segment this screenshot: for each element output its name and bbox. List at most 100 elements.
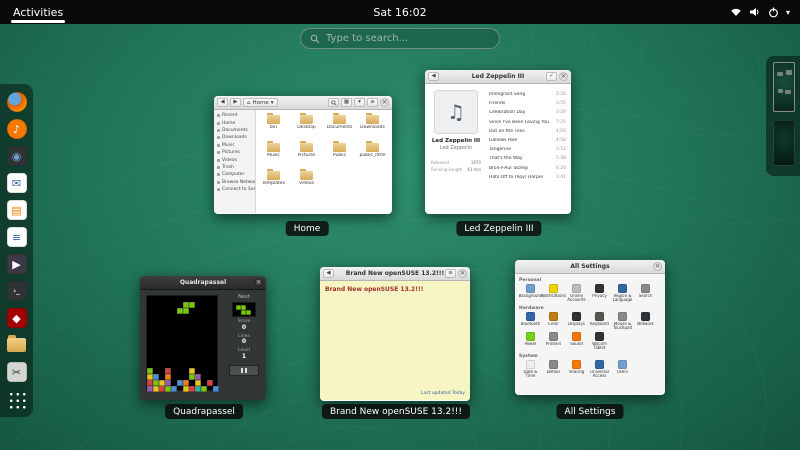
settings-item-search[interactable]: Search xyxy=(634,284,657,303)
dock-item-writer[interactable]: ≡ xyxy=(5,226,29,248)
back-button[interactable]: ◀ xyxy=(428,72,439,81)
window-quadrapassel[interactable]: Quadrapassel × Next Score0Lines0Level1 xyxy=(140,276,266,400)
track-row[interactable]: That's the Way5:38 xyxy=(489,154,566,163)
view-options-button[interactable]: ▾ xyxy=(354,98,365,107)
sidebar-item-computer[interactable]: Computer xyxy=(214,171,255,178)
sidebar-item-trash[interactable]: Trash xyxy=(214,164,255,171)
settings-item-sharing[interactable]: Sharing xyxy=(565,360,588,379)
settings-item-online-accounts[interactable]: Online Accounts xyxy=(565,284,588,303)
settings-item-keyboard[interactable]: Keyboard xyxy=(588,312,611,331)
select-button[interactable]: ✓ xyxy=(546,72,557,81)
dock-item-impress[interactable]: ▤ xyxy=(5,199,29,221)
search-button[interactable] xyxy=(328,98,339,107)
file-public-html[interactable]: public_html xyxy=(356,141,389,169)
track-row[interactable]: Bron-Y-Aur Stomp4:20 xyxy=(489,164,566,173)
sidebar-item-home[interactable]: Home xyxy=(214,119,255,126)
clock[interactable]: Sat 16:02 xyxy=(373,6,426,19)
close-button[interactable]: × xyxy=(653,262,662,271)
menu-button[interactable]: ≡ xyxy=(445,269,456,278)
album-meta-row: Released1970 xyxy=(429,160,483,165)
track-row[interactable]: Gallows Pole4:58 xyxy=(489,136,566,145)
system-status-area[interactable]: ▾ xyxy=(730,0,790,24)
settings-item-privacy[interactable]: Privacy xyxy=(588,284,611,303)
dock-item-terminal[interactable]: ›_ xyxy=(5,280,29,302)
track-row[interactable]: Immigrant Song2:26 xyxy=(489,90,566,99)
track-row[interactable]: Celebration Day3:29 xyxy=(489,108,566,117)
sidebar-item-downloads[interactable]: Downloads xyxy=(214,134,255,141)
activities-button[interactable]: Activities xyxy=(10,1,66,24)
track-row[interactable]: Since I've Been Loving You7:25 xyxy=(489,118,566,127)
settings-item-label: Sound xyxy=(570,342,583,351)
settings-item-region-language[interactable]: Region & Language xyxy=(611,284,634,303)
file-templates[interactable]: Templates xyxy=(257,169,290,197)
file-downloads[interactable]: Downloads xyxy=(356,113,389,141)
settings-item-background[interactable]: Background xyxy=(519,284,542,303)
path-button[interactable]: ⌂ Home ▾ xyxy=(243,98,278,107)
dock-item-files[interactable] xyxy=(5,334,29,356)
close-button[interactable]: × xyxy=(458,269,467,278)
menu-button[interactable]: ≡ xyxy=(367,98,378,107)
file-public[interactable]: Public xyxy=(323,141,356,169)
sidebar-item-pictures[interactable]: Pictures xyxy=(214,149,255,156)
window-home[interactable]: ◀ ▶ ⌂ Home ▾ ▦ ▾ ≡ × RecentHomeDocuments… xyxy=(214,96,392,214)
settings-item-printers[interactable]: Printers xyxy=(542,332,565,351)
track-row[interactable]: Tangerine3:12 xyxy=(489,145,566,154)
file-bin[interactable]: bin xyxy=(257,113,290,141)
close-button[interactable]: × xyxy=(559,72,568,81)
back-button[interactable]: ◀ xyxy=(217,98,228,107)
settings-item-users[interactable]: Users xyxy=(611,360,634,379)
sidebar-item-recent[interactable]: Recent xyxy=(214,112,255,119)
window-settings[interactable]: All Settings × PersonalBackgroundNotific… xyxy=(515,260,665,395)
window-note[interactable]: ◀ Brand New openSUSE 13.2!!! ≡ × Brand N… xyxy=(320,267,470,401)
dock-item-videos[interactable]: ▶ xyxy=(5,253,29,275)
settings-item-date-time[interactable]: Date & Time xyxy=(519,360,542,379)
dock-item-music[interactable]: ♪ xyxy=(5,118,29,140)
settings-item-details[interactable]: Details xyxy=(542,360,565,379)
back-button[interactable]: ◀ xyxy=(323,269,334,278)
note-body[interactable]: Brand New openSUSE 13.2!!! Last updated … xyxy=(320,281,470,400)
settings-item-mouse-touchpad[interactable]: Mouse & Touchpad xyxy=(611,312,634,331)
settings-item-power[interactable]: Power xyxy=(519,332,542,351)
file-videos[interactable]: Videos xyxy=(290,169,323,197)
pause-button[interactable] xyxy=(229,365,259,376)
close-button[interactable]: × xyxy=(254,278,263,287)
file-pictures[interactable]: Pictures xyxy=(290,141,323,169)
track-row[interactable]: Friends3:55 xyxy=(489,99,566,108)
close-button[interactable]: × xyxy=(380,98,389,107)
settings-item-universal-access[interactable]: Universal Access xyxy=(588,360,611,379)
window-music[interactable]: ◀ Led Zeppelin III ✓ × ♫ Led Zeppelin II… xyxy=(425,70,571,214)
file-documents[interactable]: Documents xyxy=(323,113,356,141)
place-icon xyxy=(217,188,220,191)
settings-item-label: Online Accounts xyxy=(565,294,588,303)
dock-item-mail[interactable]: ✉ xyxy=(5,172,29,194)
search-icon xyxy=(310,34,320,44)
settings-item-wacom-tablet[interactable]: Wacom Tablet xyxy=(588,332,611,351)
track-row[interactable]: Out on the Tiles4:04 xyxy=(489,127,566,136)
game-title: Quadrapassel xyxy=(180,279,226,286)
sidebar-item-videos[interactable]: Videos xyxy=(214,156,255,163)
sidebar-item-music[interactable]: Music xyxy=(214,142,255,149)
dock-item-show-apps[interactable] xyxy=(5,388,29,410)
dock-item-photos[interactable]: ◉ xyxy=(5,145,29,167)
sidebar-item-browse-network[interactable]: Browse Network xyxy=(214,179,255,186)
settings-item-sound[interactable]: Sound xyxy=(565,332,588,351)
dock-item-software[interactable]: ◆ xyxy=(5,307,29,329)
file-music[interactable]: Music xyxy=(257,141,290,169)
dock-item-firefox[interactable] xyxy=(5,91,29,113)
dock-item-tools[interactable]: ✂ xyxy=(5,361,29,383)
settings-item-notifications[interactable]: Notifications xyxy=(542,284,565,303)
view-grid-button[interactable]: ▦ xyxy=(341,98,352,107)
photos-icon: ◉ xyxy=(7,146,27,166)
window-caption-note: Brand New openSUSE 13.2!!! xyxy=(322,404,470,419)
settings-item-displays[interactable]: Displays xyxy=(565,312,588,331)
file-desktop[interactable]: Desktop xyxy=(290,113,323,141)
settings-item-network[interactable]: Network xyxy=(634,312,657,331)
track-row[interactable]: Hats Off to (Roy) Harper3:41 xyxy=(489,173,566,182)
forward-button[interactable]: ▶ xyxy=(230,98,241,107)
settings-item-color[interactable]: Color xyxy=(542,312,565,331)
sidebar-item-connect-to-server[interactable]: Connect to Server xyxy=(214,186,255,193)
search-input[interactable] xyxy=(326,33,490,44)
settings-item-bluetooth[interactable]: Bluetooth xyxy=(519,312,542,331)
sidebar-item-documents[interactable]: Documents xyxy=(214,127,255,134)
folder-icon xyxy=(300,171,313,180)
